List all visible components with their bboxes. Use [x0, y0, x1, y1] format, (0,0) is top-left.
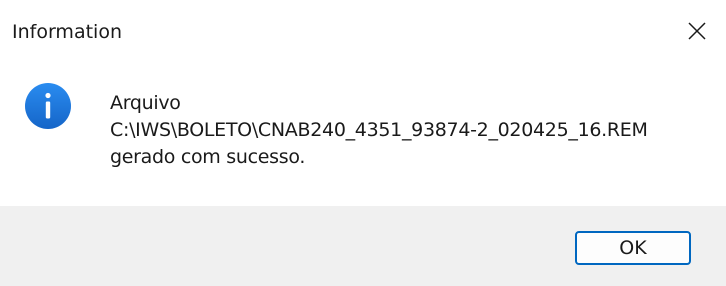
message-line: Arquivo — [110, 92, 181, 114]
dialog-title: Information — [12, 21, 122, 43]
dialog-content: Arquivo C:\IWS\BOLETO\CNAB240_4351_93874… — [0, 64, 726, 204]
close-icon — [688, 22, 706, 40]
message-line: C:\IWS\BOLETO\CNAB240_4351_93874-2_02042… — [110, 119, 648, 141]
message-line: gerado com sucesso. — [110, 146, 306, 168]
information-dialog: Information Arquivo C:\IWS\BOLETO\CNAB24… — [0, 0, 726, 286]
info-icon — [25, 83, 71, 129]
close-button[interactable] — [668, 4, 726, 56]
ok-button[interactable]: OK — [575, 231, 691, 265]
dialog-footer: OK — [0, 206, 726, 286]
title-bar: Information — [0, 0, 726, 64]
message-text: Arquivo C:\IWS\BOLETO\CNAB240_4351_93874… — [110, 90, 648, 171]
